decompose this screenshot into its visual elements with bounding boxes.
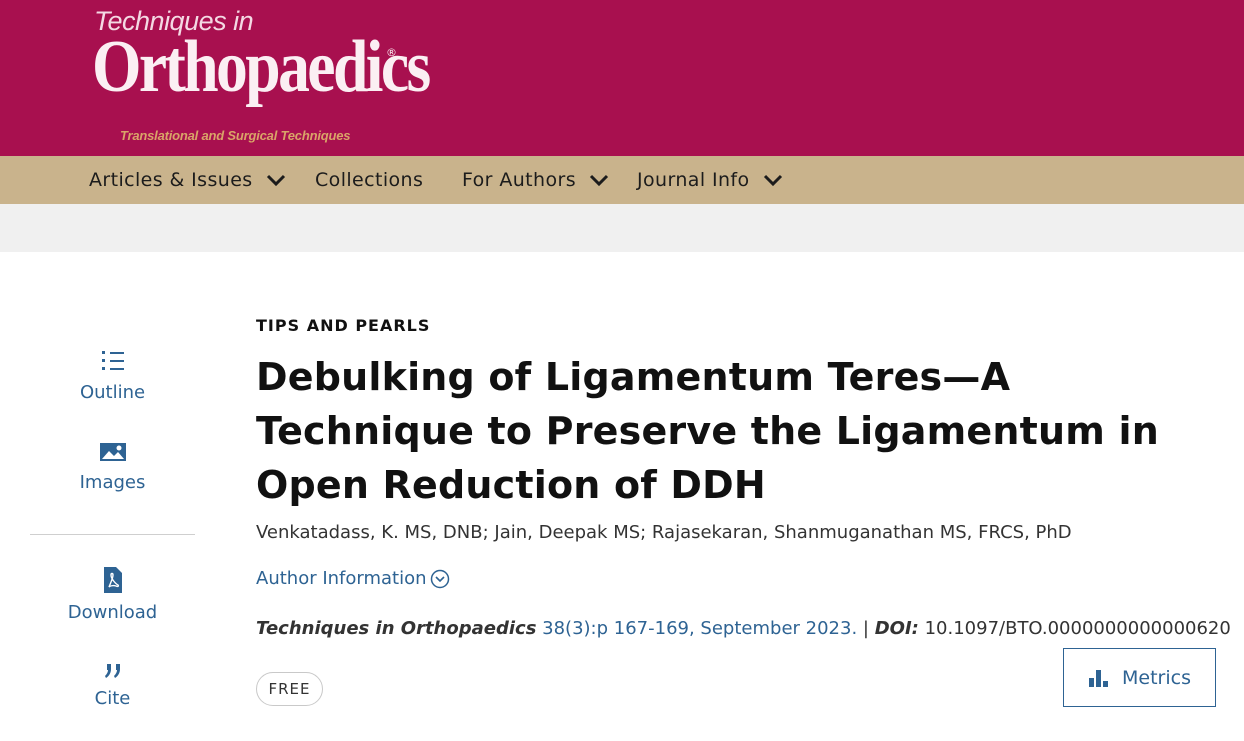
chevron-circle-down-icon xyxy=(430,569,449,588)
chevron-down-icon xyxy=(265,169,287,191)
author-information-toggle[interactable]: Author Information xyxy=(256,568,450,589)
citation-separator: | xyxy=(862,618,869,639)
nav-label: For Authors xyxy=(462,169,576,191)
cite-button[interactable]: Cite xyxy=(30,662,195,709)
nav-label: Articles & Issues xyxy=(89,169,253,191)
logo-tagline: Translational and Surgical Techniques xyxy=(120,128,351,143)
journal-logo[interactable]: Techniques in Orthopaedics ® Translation… xyxy=(92,6,431,152)
images-button[interactable]: Images xyxy=(30,440,195,493)
citation-issue-link[interactable]: 38(3):p 167-169, September 2023. xyxy=(542,618,857,639)
cite-label: Cite xyxy=(94,688,131,709)
outline-icon xyxy=(101,351,124,370)
doi-label: DOI: xyxy=(874,618,919,639)
images-label: Images xyxy=(79,472,146,493)
article-title: Debulking of Ligamentum Teres—A Techniqu… xyxy=(256,355,1159,507)
chevron-down-icon xyxy=(588,169,610,191)
pdf-icon xyxy=(103,567,122,593)
nav-for-authors[interactable]: For Authors xyxy=(462,156,610,204)
journal-masthead: Techniques in Orthopaedics ® Translation… xyxy=(0,0,1244,156)
outline-label: Outline xyxy=(79,382,146,403)
access-badge: FREE xyxy=(256,672,323,706)
main-nav: Articles & Issues Collections For Author… xyxy=(0,156,1244,204)
outline-button[interactable]: Outline xyxy=(30,348,195,403)
nav-collections[interactable]: Collections xyxy=(315,156,423,204)
logo-registered: ® xyxy=(386,46,397,59)
download-label: Download xyxy=(67,602,158,623)
author-information-label: Author Information xyxy=(256,568,427,589)
article-citation: Techniques in Orthopaedics 38(3):p 167-1… xyxy=(256,618,1231,639)
image-icon xyxy=(99,443,126,461)
nav-articles-issues[interactable]: Articles & Issues xyxy=(89,156,287,204)
bar-chart-icon xyxy=(1089,669,1109,687)
chevron-down-icon xyxy=(762,169,784,191)
metrics-label: Metrics xyxy=(1122,666,1191,689)
metrics-button[interactable]: Metrics xyxy=(1063,648,1216,707)
doi-value: 10.1097/BTO.0000000000000620 xyxy=(924,618,1231,639)
nav-journal-info[interactable]: Journal Info xyxy=(637,156,784,204)
nav-label: Journal Info xyxy=(637,169,750,191)
quote-icon xyxy=(104,664,120,678)
sidebar-divider xyxy=(30,534,195,535)
gray-band xyxy=(0,204,1244,252)
download-button[interactable]: Download xyxy=(30,566,195,623)
citation-journal: Techniques in Orthopaedics xyxy=(256,618,537,639)
logo-main: Orthopaedics xyxy=(92,26,431,108)
article-section: TIPS AND PEARLS xyxy=(256,316,431,335)
nav-label: Collections xyxy=(315,169,424,191)
article-authors: Venkatadass, K. MS, DNB; Jain, Deepak MS… xyxy=(256,522,1072,543)
